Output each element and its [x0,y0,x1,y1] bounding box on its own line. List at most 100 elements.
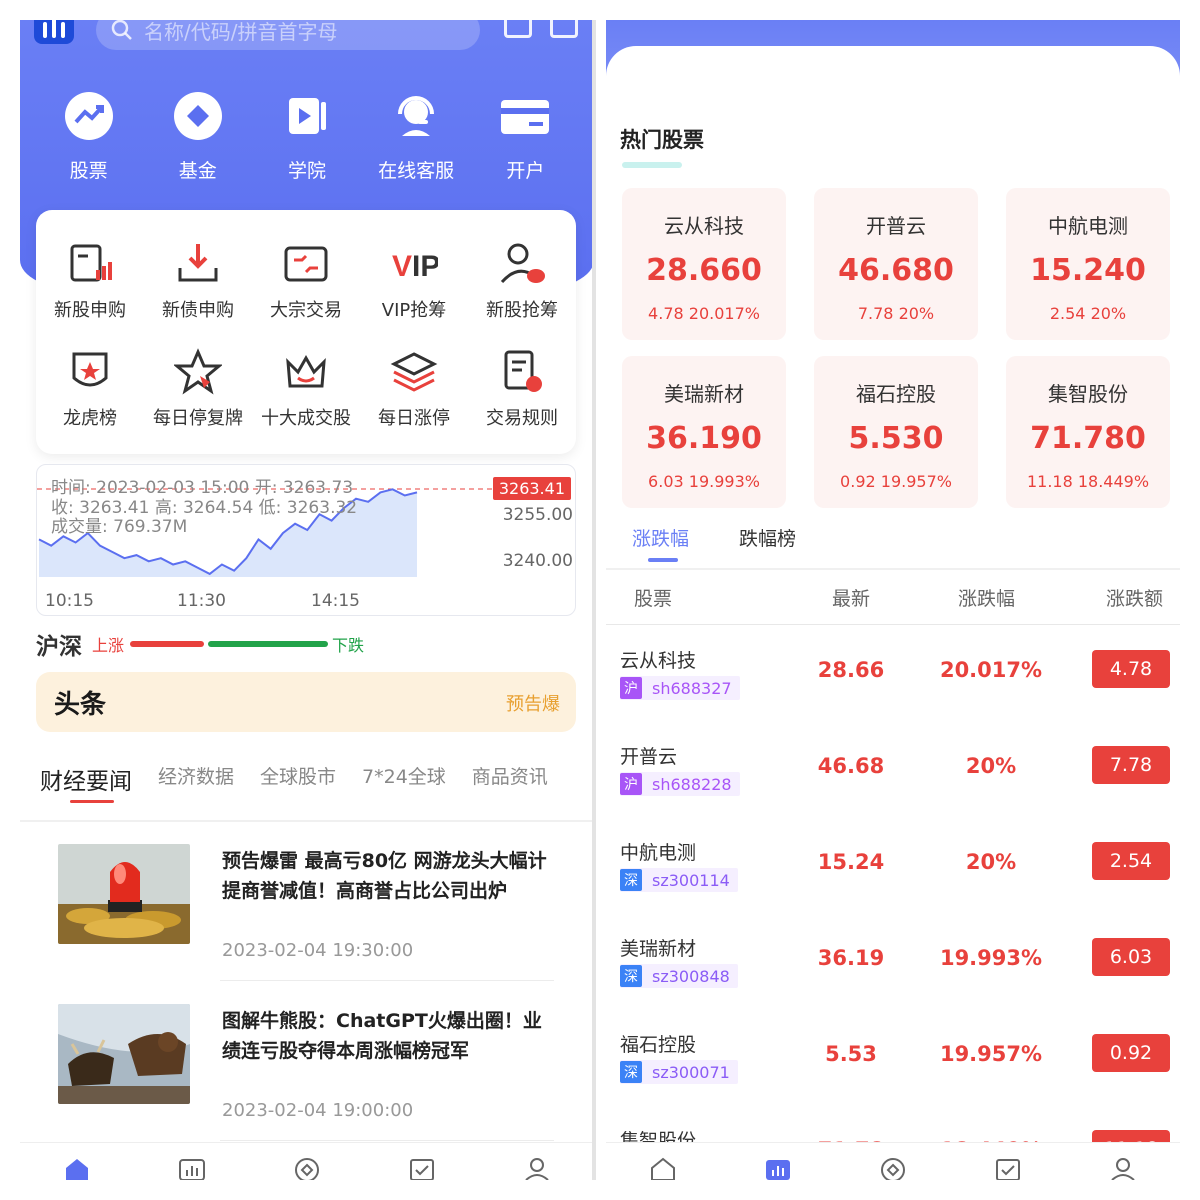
user-coin-icon [498,240,546,288]
nav-account[interactable]: 开户 [475,90,575,183]
hot-stock-name: 美瑞新材 [664,382,744,406]
hot-stock-name: 开普云 [866,214,926,238]
profile-icon[interactable] [522,1156,552,1180]
stock-name: 福石控股 [620,1034,697,1056]
nav-academy[interactable]: 学院 [257,90,357,183]
trade-icon[interactable] [878,1156,908,1180]
star-icon [172,348,224,396]
tab-gainers[interactable]: 涨跌幅 [632,524,689,564]
hot-stock-price: 36.190 [646,421,762,456]
home-icon[interactable] [62,1156,92,1180]
quick-item[interactable]: 新股申购 [36,232,144,340]
trade-icon[interactable] [292,1156,322,1180]
quick-item[interactable]: 十大成交股 [252,340,360,448]
hot-stock-card[interactable]: 美瑞新材 36.190 6.03 19.993% [622,356,786,508]
news-title: 图解牛熊股：ChatGPT火爆出圈！业绩连亏股夺得本周涨幅榜冠军 [222,1010,542,1062]
nav-service-label: 在线客服 [378,160,455,182]
quick-item-label: 新股申购 [54,300,126,321]
hot-stock-card[interactable]: 中航电测 15.240 2.54 20% [1006,188,1170,340]
last-price: 28.66 [817,658,885,682]
profile-icon[interactable] [1108,1156,1138,1180]
headline-ticker: 预告爆 [506,694,560,715]
market-breadth[interactable]: 沪深 上涨 下跌 [36,626,576,662]
quick-item[interactable]: 每日停复牌 [144,340,252,448]
change-amount: 6.03 [1092,938,1170,976]
x-tick-label: 11:30 [177,591,226,611]
table-row[interactable]: 中航电测深 sz300114 15.24 20% 2.54 [606,838,1180,934]
table-header: 股票 最新 涨跌幅 涨跌额 [606,580,1180,620]
section-underline [622,162,682,168]
table-row[interactable]: 云从科技沪 sh688327 28.66 20.017% 4.78 [606,646,1180,742]
news-item[interactable]: 预告爆雷 最高亏80亿 网游龙头大幅计提商誉减值！高商誉占比公司出炉 2023-… [58,844,554,984]
quick-item[interactable]: 新债申购 [144,232,252,340]
change-amount: 7.78 [1092,746,1170,784]
index-chart[interactable]: 时间: 2023-02-03 15:00 开: 3263.73 收: 3263.… [36,464,576,616]
quick-item[interactable]: V IP VIP抢筹 [360,232,468,340]
hot-stock-price: 5.530 [848,421,944,456]
tab-finance-news[interactable]: 财经要闻 [40,762,132,803]
last-price: 15.24 [817,850,885,874]
tab-7x24[interactable]: 7*24全球 [362,762,446,802]
quick-actions-card: 新股申购 新债申购 大宗交易 V IP VIP抢筹 新股抢筹龙虎榜 每日停复牌 十大成交股 每日涨… [36,210,576,454]
col-pct: 涨跌幅 [958,588,1016,610]
market-chart-icon[interactable] [763,1156,793,1180]
nav-fund[interactable]: 基金 [148,90,248,183]
headline-banner[interactable]: 头条 预告爆 [36,672,576,732]
stock-name: 云从科技 [620,650,697,672]
hot-stock-card[interactable]: 集智股份 71.780 11.18 18.449% [1006,356,1170,508]
col-last: 最新 [832,588,871,610]
hot-stock-change: 2.54 20% [1049,304,1127,323]
quick-item[interactable]: 新股抢筹 [468,232,576,340]
tab-global-markets[interactable]: 全球股市 [260,762,336,802]
svg-text:V: V [392,250,412,283]
change-amount: 0.92 [1092,1034,1170,1072]
download-icon [174,240,222,288]
nav-service[interactable]: 在线客服 [366,90,466,183]
stock-code-badge: 深 sz300114 [620,868,738,892]
col-amount: 涨跌额 [1106,588,1164,610]
gift-icon[interactable] [504,20,532,38]
tab-losers[interactable]: 跌幅榜 [739,524,796,564]
home-icon[interactable] [648,1156,678,1180]
hot-stock-price: 28.660 [646,253,762,288]
quick-item-label: 交易规则 [486,408,558,429]
nav-fund-label: 基金 [178,160,217,182]
quick-item[interactable]: 大宗交易 [252,232,360,340]
quick-item-label: 大宗交易 [270,300,342,321]
news-item[interactable]: 图解牛熊股：ChatGPT火爆出圈！业绩连亏股夺得本周涨幅榜冠军 2023-02… [58,1004,554,1144]
hot-stock-card[interactable]: 开普云 46.680 7.78 20% [814,188,978,340]
change-amount: 4.78 [1092,650,1170,688]
table-row[interactable]: 开普云沪 sh688228 46.68 20% 7.78 [606,742,1180,838]
hot-stock-card[interactable]: 云从科技 28.660 4.78 20.017% [622,188,786,340]
divider [20,820,594,822]
market-chart-icon[interactable] [177,1156,207,1180]
hot-stock-change: 11.18 18.449% [1026,472,1150,491]
watchlist-icon[interactable] [407,1156,437,1180]
table-row[interactable]: 美瑞新材深 sz300848 36.19 19.993% 6.03 [606,934,1180,1030]
message-icon[interactable] [550,20,578,38]
tab-economic-data[interactable]: 经济数据 [158,762,234,802]
quick-item[interactable]: 每日涨停 [360,340,468,448]
watchlist-icon[interactable] [993,1156,1023,1180]
hot-stock-price: 15.240 [1030,253,1146,288]
quick-item-label: 龙虎榜 [63,408,117,429]
hot-stock-card[interactable]: 福石控股 5.530 0.92 19.957% [814,356,978,508]
stock-code: sz300071 [652,1062,730,1082]
hot-stock-change: 4.78 20.017% [648,304,760,323]
divider [220,1140,554,1141]
chart-info-line3: 成交量: 769.37M [51,517,188,537]
table-row[interactable]: 福石控股深 sz300071 5.53 19.957% 0.92 [606,1030,1180,1126]
quick-item[interactable]: 交易规则 [468,340,576,448]
search-icon [111,20,132,40]
search-input[interactable]: 名称/代码/拼音首字母 [96,20,480,50]
nav-stock[interactable]: 股票 [39,90,139,183]
hot-stock-change: 6.03 19.993% [648,472,760,491]
exchange-badge: 沪 [620,677,642,699]
card-icon [499,90,551,142]
y-tick-label: 3255.00 [502,505,573,525]
svg-text:IP: IP [412,250,438,283]
quick-item[interactable]: 龙虎榜 [36,340,144,448]
up-label: 上涨 [92,636,125,655]
y-tick-label: 3240.00 [502,551,573,571]
tab-commodity[interactable]: 商品资讯 [472,762,548,802]
